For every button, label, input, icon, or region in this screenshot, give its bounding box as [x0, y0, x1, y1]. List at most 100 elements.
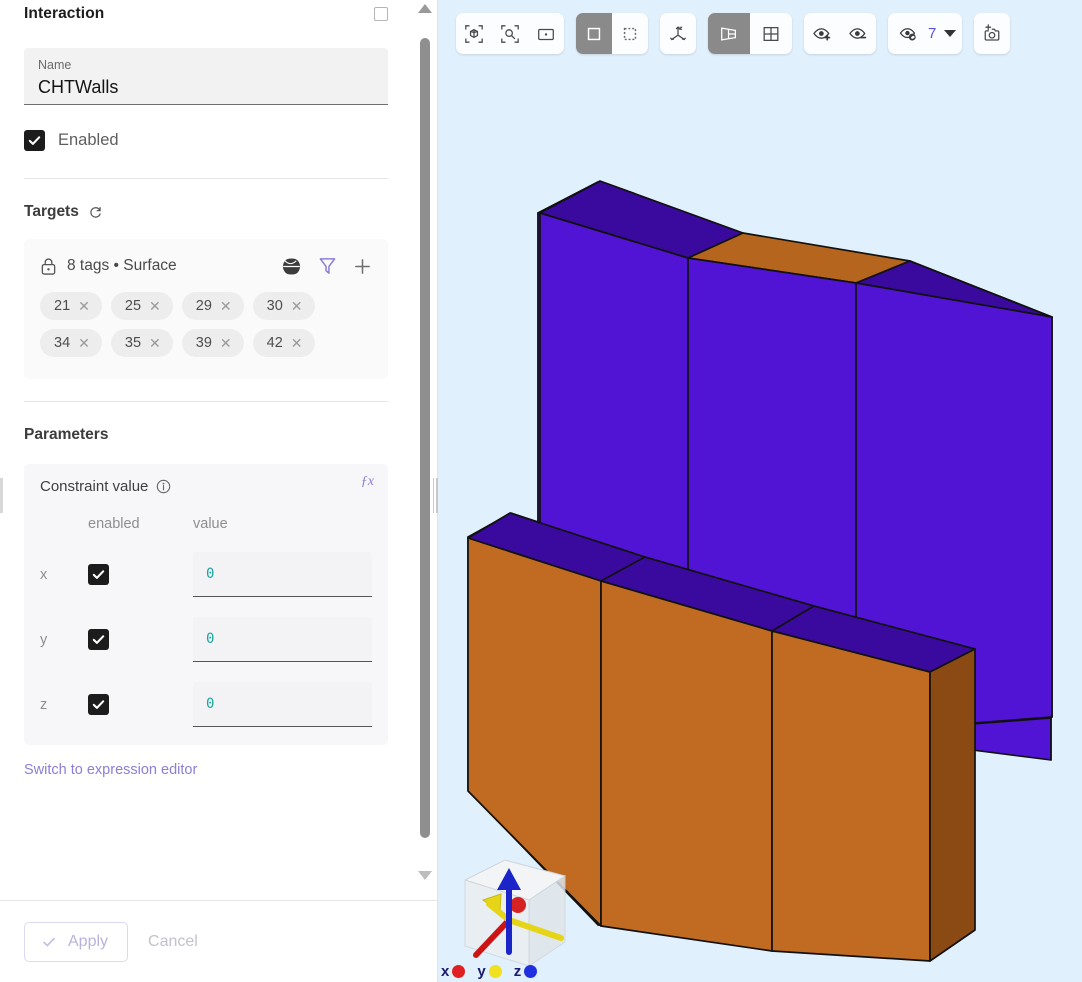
tag-label: 35 [125, 335, 141, 351]
header-checkbox[interactable] [374, 7, 388, 21]
globe-icon[interactable] [281, 256, 302, 277]
tag-item[interactable]: 39 ✕ [182, 329, 244, 357]
chevron-down-icon [418, 871, 432, 880]
tag-label: 30 [267, 298, 283, 314]
targets-box: 8 tags • Surface [24, 239, 388, 379]
gizmo-dot-z [524, 965, 537, 978]
tag-remove-icon[interactable]: ✕ [220, 299, 232, 313]
switch-to-expression-editor-link[interactable]: Switch to expression editor [24, 762, 388, 778]
orientation-gizmo[interactable] [443, 842, 583, 982]
scroll-up-button[interactable] [417, 4, 432, 13]
axis-enabled-cell [88, 564, 193, 585]
lower-front-middle [601, 581, 772, 951]
value-input-z[interactable]: 0 [193, 682, 372, 727]
gizmo-axis-labels: x y z [441, 963, 537, 980]
parameters-section-title: Parameters [24, 426, 388, 444]
targets-actions [281, 256, 372, 277]
enabled-column-header: enabled [88, 516, 193, 532]
axis-value-cell: 0 [193, 552, 372, 597]
tag-item[interactable]: 42 ✕ [253, 329, 315, 357]
tag-label: 39 [196, 335, 212, 351]
enabled-label: Enabled [58, 131, 119, 150]
panel-scroll-area[interactable]: Interaction Name CHTWalls Enabled Target… [0, 0, 438, 900]
axis-enabled-cell [88, 694, 193, 715]
constraint-value-box: ƒx Constraint value enabled value x [24, 464, 388, 745]
targets-section-title: Targets [24, 203, 388, 221]
panel-resize-handle-left[interactable] [0, 478, 3, 513]
gizmo-label-x: x [441, 963, 449, 980]
axis-enabled-checkbox[interactable] [88, 564, 109, 585]
apply-button[interactable]: Apply [24, 922, 128, 962]
divider-1 [24, 178, 388, 179]
parameters-grid-header: enabled value [40, 516, 372, 532]
gizmo-dot-x [452, 965, 465, 978]
axis-label: y [40, 632, 88, 648]
gizmo-label-y: y [477, 963, 485, 980]
tag-list: 21 ✕ 25 ✕ 29 ✕ 30 ✕ 34 ✕ 35 ✕ 39 ✕ 42 ✕ [40, 292, 350, 357]
targets-summary: 8 tags • Surface [67, 257, 177, 275]
panel-scrollbar[interactable] [417, 4, 432, 880]
filter-icon[interactable] [318, 256, 337, 276]
tag-remove-icon[interactable]: ✕ [78, 336, 90, 350]
tag-item[interactable]: 30 ✕ [253, 292, 315, 320]
tag-remove-icon[interactable]: ✕ [291, 299, 303, 313]
enabled-checkbox[interactable] [24, 130, 45, 151]
parameter-row-z: z 0 [40, 682, 372, 727]
parameter-row-y: y 0 [40, 617, 372, 662]
properties-panel: Interaction Name CHTWalls Enabled Target… [0, 0, 438, 982]
enabled-row[interactable]: Enabled [24, 127, 388, 153]
value-input-y[interactable]: 0 [193, 617, 372, 662]
axis-column-header [40, 516, 88, 532]
checkmark-icon [91, 567, 106, 582]
tag-label: 29 [196, 298, 212, 314]
panel-header: Interaction [0, 0, 412, 26]
tag-label: 21 [54, 298, 70, 314]
parameters-section-label: Parameters [24, 426, 108, 444]
tag-item[interactable]: 35 ✕ [111, 329, 173, 357]
tag-remove-icon[interactable]: ✕ [78, 299, 90, 313]
cancel-button[interactable]: Cancel [148, 933, 198, 951]
page-title: Interaction [24, 5, 104, 23]
tag-remove-icon[interactable]: ✕ [149, 299, 161, 313]
tag-label: 25 [125, 298, 141, 314]
chevron-up-icon [418, 4, 432, 13]
targets-header: 8 tags • Surface [40, 253, 372, 279]
tag-item[interactable]: 29 ✕ [182, 292, 244, 320]
name-input[interactable]: CHTWalls [38, 74, 374, 100]
tag-remove-icon[interactable]: ✕ [291, 336, 303, 350]
axis-enabled-cell [88, 629, 193, 650]
lower-front-right [772, 631, 930, 961]
tag-remove-icon[interactable]: ✕ [220, 336, 232, 350]
tag-item[interactable]: 34 ✕ [40, 329, 102, 357]
gizmo-label-z: z [514, 963, 522, 980]
checkmark-icon [91, 697, 106, 712]
name-field[interactable]: Name CHTWalls [24, 48, 388, 105]
3d-viewport[interactable]: 7 [438, 0, 1082, 982]
tag-label: 42 [267, 335, 283, 351]
plus-icon[interactable] [353, 257, 372, 276]
check-icon [41, 934, 57, 950]
axis-value-cell: 0 [193, 617, 372, 662]
scrollbar-thumb[interactable] [420, 38, 430, 838]
tag-remove-icon[interactable]: ✕ [149, 336, 161, 350]
fx-icon[interactable]: ƒx [361, 474, 374, 490]
info-icon[interactable] [156, 479, 171, 494]
refresh-icon[interactable] [88, 205, 103, 220]
scroll-down-button[interactable] [417, 871, 432, 880]
name-field-label: Name [38, 57, 374, 73]
tag-label: 34 [54, 335, 70, 351]
tag-item[interactable]: 21 ✕ [40, 292, 102, 320]
value-column-header: value [193, 516, 372, 532]
axis-enabled-checkbox[interactable] [88, 694, 109, 715]
value-input-x[interactable]: 0 [193, 552, 372, 597]
lock-icon[interactable] [40, 257, 57, 276]
checkmark-icon [91, 632, 106, 647]
axis-value-cell: 0 [193, 682, 372, 727]
tag-item[interactable]: 25 ✕ [111, 292, 173, 320]
axis-label: z [40, 697, 88, 713]
3d-model[interactable] [438, 0, 1082, 982]
constraint-value-label: Constraint value [40, 478, 148, 495]
constraint-value-title: Constraint value [40, 478, 372, 495]
axis-label: x [40, 567, 88, 583]
axis-enabled-checkbox[interactable] [88, 629, 109, 650]
